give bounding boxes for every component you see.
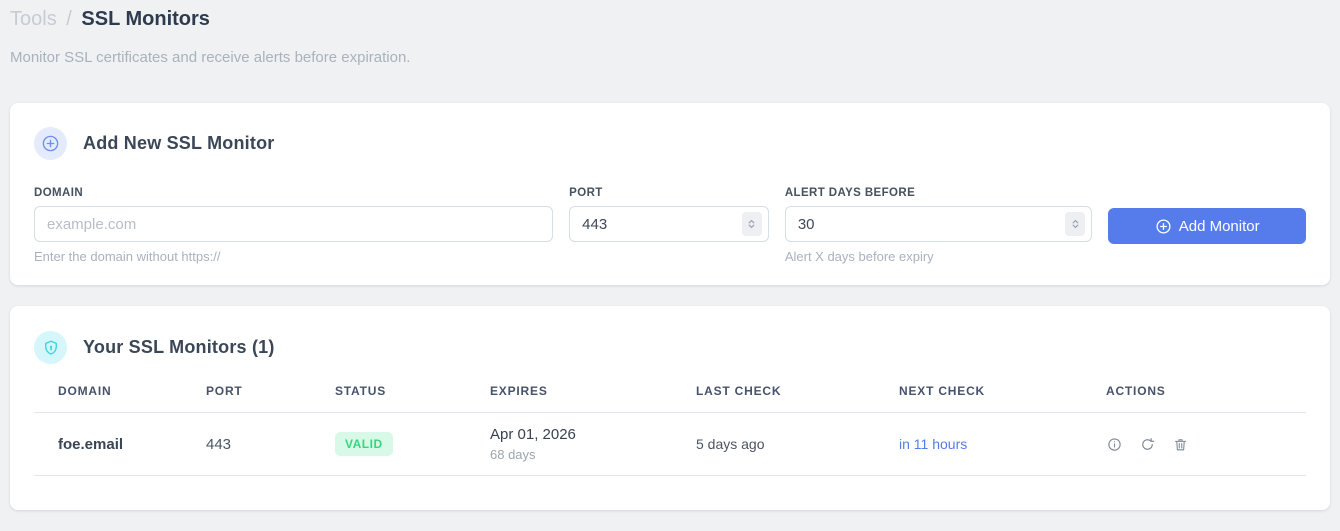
breadcrumb-separator: / [66,8,72,30]
add-monitor-button-label: Add Monitor [1178,217,1260,235]
monitors-table: DOMAIN PORT STATUS EXPIRES LAST CHECK NE… [34,370,1306,476]
port-input[interactable] [569,206,769,242]
row-actions [1106,436,1298,452]
column-header-last-check: LAST CHECK [696,370,899,413]
monitor-domain: foe.email [34,412,206,476]
trash-icon[interactable] [1172,436,1188,452]
port-field-group: PORT [569,187,769,242]
domain-hint: Enter the domain without https:// [34,249,221,264]
column-header-expires: EXPIRES [490,370,696,413]
alert-days-field-group: ALERT DAYS BEFORE Alert X days before ex… [784,187,1093,264]
info-icon[interactable] [1106,436,1122,452]
plus-circle-icon [34,127,67,160]
alert-days-input[interactable] [784,206,1093,242]
page: Tools / SSL Monitors Monitor SSL certifi… [0,0,1340,510]
column-header-domain: DOMAIN [34,370,206,413]
port-stepper[interactable] [741,212,762,236]
add-monitor-card-title: Add New SSL Monitor [83,133,275,153]
monitors-card: Your SSL Monitors (1) DOMAIN PORT STATUS… [10,306,1330,510]
alert-days-hint: Alert X days before expiry [784,249,934,264]
breadcrumb: Tools / SSL Monitors [10,6,1330,32]
monitors-card-header: Your SSL Monitors (1) [34,331,1306,364]
monitor-actions-cell [1106,412,1306,476]
plus-circle-icon [1155,218,1172,235]
monitor-port: 443 [206,412,335,476]
domain-input[interactable] [34,206,554,242]
column-header-port: PORT [206,370,335,413]
expires-date: Apr 01, 2026 [490,426,576,443]
shield-lock-icon [34,331,67,364]
monitor-next-check: in 11 hours [899,412,1106,476]
breadcrumb-tools-link[interactable]: Tools [10,8,57,30]
table-row: foe.email 443 VALID Apr 01, 2026 68 days… [34,412,1306,476]
table-header-row: DOMAIN PORT STATUS EXPIRES LAST CHECK NE… [34,370,1306,413]
port-label: PORT [569,187,603,199]
page-title: SSL Monitors [81,8,210,30]
alert-days-label: ALERT DAYS BEFORE [784,187,916,199]
monitor-expires-cell: Apr 01, 2026 68 days [490,412,696,476]
domain-label: DOMAIN [34,187,84,199]
monitor-last-check: 5 days ago [696,412,899,476]
add-monitor-form: DOMAIN Enter the domain without https://… [34,187,1306,264]
refresh-icon[interactable] [1139,436,1155,452]
monitors-card-title: Your SSL Monitors (1) [83,337,275,357]
status-badge: VALID [335,432,393,456]
expires-days-remaining: 68 days [490,447,536,462]
column-header-actions: ACTIONS [1106,370,1306,413]
column-header-next-check: NEXT CHECK [899,370,1106,413]
alert-days-stepper[interactable] [1065,212,1086,236]
add-monitor-button[interactable]: Add Monitor [1108,208,1306,244]
add-monitor-card-header: Add New SSL Monitor [34,127,1306,160]
domain-field-group: DOMAIN Enter the domain without https:// [34,187,554,264]
page-subtitle: Monitor SSL certificates and receive ale… [10,49,411,66]
column-header-status: STATUS [335,370,490,413]
monitor-status-cell: VALID [335,412,490,476]
add-monitor-card: Add New SSL Monitor DOMAIN Enter the dom… [10,103,1330,285]
